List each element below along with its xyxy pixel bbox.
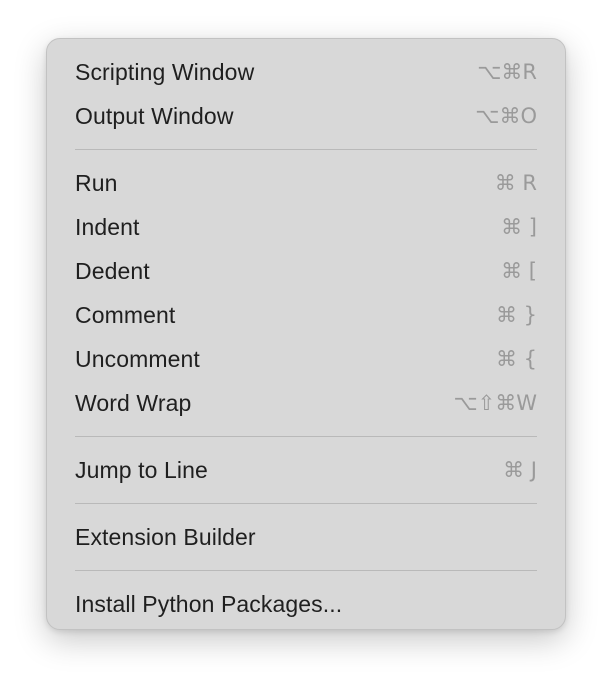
menu-item-install-python-packages[interactable]: Install Python Packages...	[47, 582, 565, 626]
shortcut-command-right-brace: ⌘ }	[495, 303, 537, 327]
menu-item-output-window[interactable]: Output Window ⌥⌘O	[47, 94, 565, 138]
shortcut-command-left-bracket: ⌘ [	[501, 259, 537, 283]
menu-item-label: Scripting Window	[75, 58, 255, 85]
menu-item-scripting-window[interactable]: Scripting Window ⌥⌘R	[47, 50, 565, 94]
menu-item-label: Output Window	[75, 102, 234, 129]
shortcut-option-command-o: ⌥⌘O	[475, 104, 537, 128]
menu-separator	[75, 503, 537, 504]
menu-item-label: Comment	[75, 301, 176, 328]
menu-item-label: Word Wrap	[75, 389, 192, 416]
menu-item-label: Run	[75, 169, 118, 196]
menu-separator	[75, 436, 537, 437]
menu-item-label: Extension Builder	[75, 523, 256, 550]
menu-item-uncomment[interactable]: Uncomment ⌘ {	[47, 337, 565, 381]
shortcut-option-shift-command-w: ⌥⇧⌘W	[453, 391, 537, 415]
menu-item-run[interactable]: Run ⌘ R	[47, 161, 565, 205]
shortcut-option-command-r: ⌥⌘R	[477, 60, 537, 84]
menu-item-comment[interactable]: Comment ⌘ }	[47, 293, 565, 337]
menu-item-extension-builder[interactable]: Extension Builder	[47, 515, 565, 559]
menu-item-label: Jump to Line	[75, 456, 208, 483]
menu-item-label: Indent	[75, 213, 140, 240]
menu-separator	[75, 149, 537, 150]
menu-item-label: Install Python Packages...	[75, 590, 343, 617]
menu-item-dedent[interactable]: Dedent ⌘ [	[47, 249, 565, 293]
menu-item-label: Dedent	[75, 257, 150, 284]
shortcut-command-j: ⌘ J	[503, 458, 537, 482]
menu-item-jump-to-line[interactable]: Jump to Line ⌘ J	[47, 448, 565, 492]
menu-item-word-wrap[interactable]: Word Wrap ⌥⇧⌘W	[47, 381, 565, 425]
shortcut-command-r: ⌘ R	[494, 171, 537, 195]
menu-item-label: Uncomment	[75, 345, 200, 372]
shortcut-command-left-brace: ⌘ {	[495, 347, 537, 371]
shortcut-command-right-bracket: ⌘ ]	[501, 215, 537, 239]
menu-separator	[75, 570, 537, 571]
context-menu: Scripting Window ⌥⌘R Output Window ⌥⌘O R…	[46, 38, 566, 630]
menu-item-indent[interactable]: Indent ⌘ ]	[47, 205, 565, 249]
